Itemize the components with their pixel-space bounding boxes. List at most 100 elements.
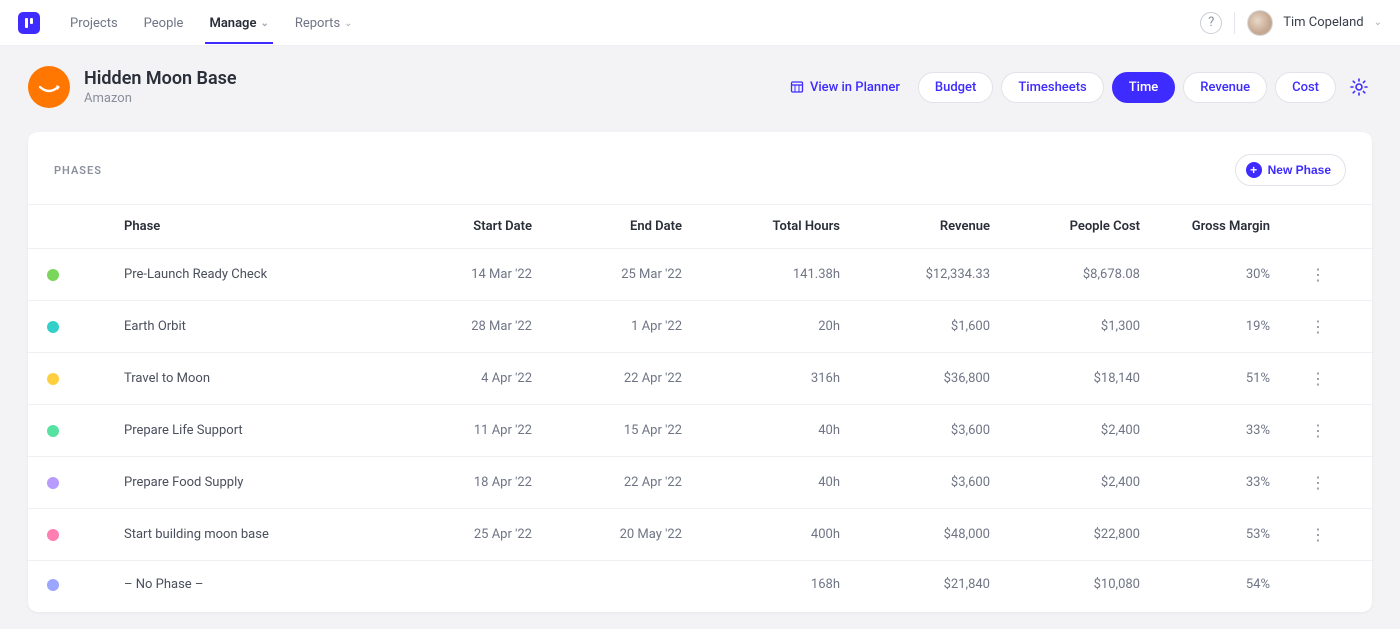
cell-gross-margin: 33%: [1158, 475, 1288, 490]
table-row[interactable]: Earth Orbit28 Mar '221 Apr '2220h$1,600$…: [28, 300, 1372, 352]
table-row[interactable]: Pre-Launch Ready Check14 Mar '2225 Mar '…: [28, 248, 1372, 300]
cell-start-date: 11 Apr '22: [408, 423, 558, 438]
cell-gross-margin: 54%: [1158, 577, 1288, 592]
cell-gross-margin: 51%: [1158, 371, 1288, 386]
phase-color-dot: [47, 321, 59, 333]
new-phase-label: New Phase: [1268, 163, 1331, 177]
tab-timesheets[interactable]: Timesheets: [1001, 72, 1103, 103]
cell-people-cost: $2,400: [1008, 423, 1158, 438]
new-phase-button[interactable]: + New Phase: [1235, 154, 1346, 186]
col-phase: Phase: [78, 219, 408, 234]
cell-total-hours: 40h: [708, 475, 858, 490]
row-menu-button[interactable]: ⋮: [1310, 317, 1326, 336]
table-row[interactable]: – No Phase – 168h$21,840$10,08054%: [28, 560, 1372, 608]
top-nav: Projects People Manage ⌄ Reports ⌄ ? Tim Cope…: [0, 0, 1400, 46]
phases-table: Phase Start Date End Date Total Hours Re…: [28, 204, 1372, 608]
view-in-planner-link[interactable]: View in Planner: [790, 80, 900, 95]
table-row[interactable]: Start building moon base25 Apr '2220 May…: [28, 508, 1372, 560]
app-logo[interactable]: [18, 12, 40, 34]
cell-people-cost: $1,300: [1008, 319, 1158, 334]
col-start: Start Date: [408, 219, 558, 234]
cell-total-hours: 20h: [708, 319, 858, 334]
cell-total-hours: 168h: [708, 577, 858, 592]
nav-link-people[interactable]: People: [140, 2, 188, 43]
cell-revenue: $21,840: [858, 577, 1008, 592]
cell-people-cost: $22,800: [1008, 527, 1158, 542]
table-row[interactable]: Prepare Life Support11 Apr '2215 Apr '22…: [28, 404, 1372, 456]
cell-start-date: 18 Apr '22: [408, 475, 558, 490]
cell-total-hours: 40h: [708, 423, 858, 438]
row-menu-button[interactable]: ⋮: [1310, 525, 1326, 544]
cell-end-date: 20 May '22: [558, 527, 708, 542]
chevron-down-icon: ⌄: [344, 18, 352, 29]
tab-time[interactable]: Time: [1112, 72, 1176, 103]
cell-end-date: 22 Apr '22: [558, 371, 708, 386]
user-menu[interactable]: Tim Copeland ⌄: [1247, 10, 1382, 36]
col-hours: Total Hours: [708, 219, 858, 234]
amazon-smile-icon: [36, 74, 62, 100]
settings-button[interactable]: [1346, 74, 1372, 100]
cell-total-hours: 141.38h: [708, 267, 858, 282]
cell-gross-margin: 19%: [1158, 319, 1288, 334]
table-row[interactable]: Prepare Food Supply18 Apr '2222 Apr '224…: [28, 456, 1372, 508]
row-menu-button[interactable]: ⋮: [1310, 473, 1326, 492]
row-menu-button[interactable]: ⋮: [1310, 369, 1326, 388]
cell-people-cost: $8,678.08: [1008, 267, 1158, 282]
phase-color-dot: [47, 477, 59, 489]
cell-start-date: 25 Apr '22: [408, 527, 558, 542]
phase-name: Travel to Moon: [78, 371, 408, 386]
project-tabs: Budget Timesheets TimeRevenue Cost: [918, 72, 1336, 103]
cell-start-date: 28 Mar '22: [408, 319, 558, 334]
phase-name: Pre-Launch Ready Check: [78, 267, 408, 282]
cell-total-hours: 400h: [708, 527, 858, 542]
cell-end-date: 22 Apr '22: [558, 475, 708, 490]
tab-budget[interactable]: Budget: [918, 72, 993, 103]
cell-gross-margin: 53%: [1158, 527, 1288, 542]
cell-start-date: 4 Apr '22: [408, 371, 558, 386]
phase-name: Prepare Food Supply: [78, 475, 408, 490]
phase-color-dot: [47, 529, 59, 541]
phase-name: Earth Orbit: [78, 319, 408, 334]
chevron-down-icon: ⌄: [260, 18, 268, 29]
nav-link-manage[interactable]: Manage ⌄: [205, 2, 272, 44]
avatar: [1247, 10, 1273, 36]
cell-end-date: 15 Apr '22: [558, 423, 708, 438]
project-title: Hidden Moon Base: [84, 68, 237, 89]
phases-title: PHASES: [54, 164, 102, 177]
gear-icon: [1349, 77, 1369, 97]
nav-link-label: Reports: [295, 16, 340, 31]
cell-revenue: $3,600: [858, 475, 1008, 490]
cell-end-date: 1 Apr '22: [558, 319, 708, 334]
phase-color-dot: [47, 425, 59, 437]
project-title-box: Hidden Moon Base Amazon: [84, 68, 237, 106]
phase-color-dot: [47, 269, 59, 281]
cell-people-cost: $2,400: [1008, 475, 1158, 490]
chevron-down-icon: ⌄: [1374, 17, 1382, 28]
table-header-row: Phase Start Date End Date Total Hours Re…: [28, 204, 1372, 248]
table-row[interactable]: Travel to Moon4 Apr '2222 Apr '22316h$36…: [28, 352, 1372, 404]
cell-revenue: $36,800: [858, 371, 1008, 386]
help-icon[interactable]: ?: [1200, 12, 1222, 34]
cell-people-cost: $10,080: [1008, 577, 1158, 592]
row-menu-button[interactable]: ⋮: [1310, 265, 1326, 284]
nav-link-reports[interactable]: Reports ⌄: [291, 2, 357, 43]
phases-card: PHASES + New Phase Phase Start Date End …: [28, 132, 1372, 612]
row-menu-button[interactable]: ⋮: [1310, 421, 1326, 440]
planner-link-label: View in Planner: [810, 80, 900, 95]
cell-revenue: $48,000: [858, 527, 1008, 542]
tab-cost[interactable]: Cost: [1275, 72, 1336, 103]
nav-divider: [1234, 12, 1235, 34]
phase-name: – No Phase –: [78, 577, 408, 592]
nav-link-label: People: [144, 16, 184, 31]
phases-card-header: PHASES + New Phase: [28, 132, 1372, 204]
planner-icon: [790, 80, 804, 94]
nav-link-projects[interactable]: Projects: [66, 2, 122, 43]
cell-people-cost: $18,140: [1008, 371, 1158, 386]
cell-start-date: 14 Mar '22: [408, 267, 558, 282]
col-end: End Date: [558, 219, 708, 234]
tab-revenue[interactable]: Revenue: [1183, 72, 1267, 103]
plus-icon: +: [1246, 162, 1262, 178]
project-header: Hidden Moon Base Amazon View in Planner …: [0, 46, 1400, 128]
phase-name: Start building moon base: [78, 527, 408, 542]
nav-link-label: Manage: [209, 16, 256, 31]
